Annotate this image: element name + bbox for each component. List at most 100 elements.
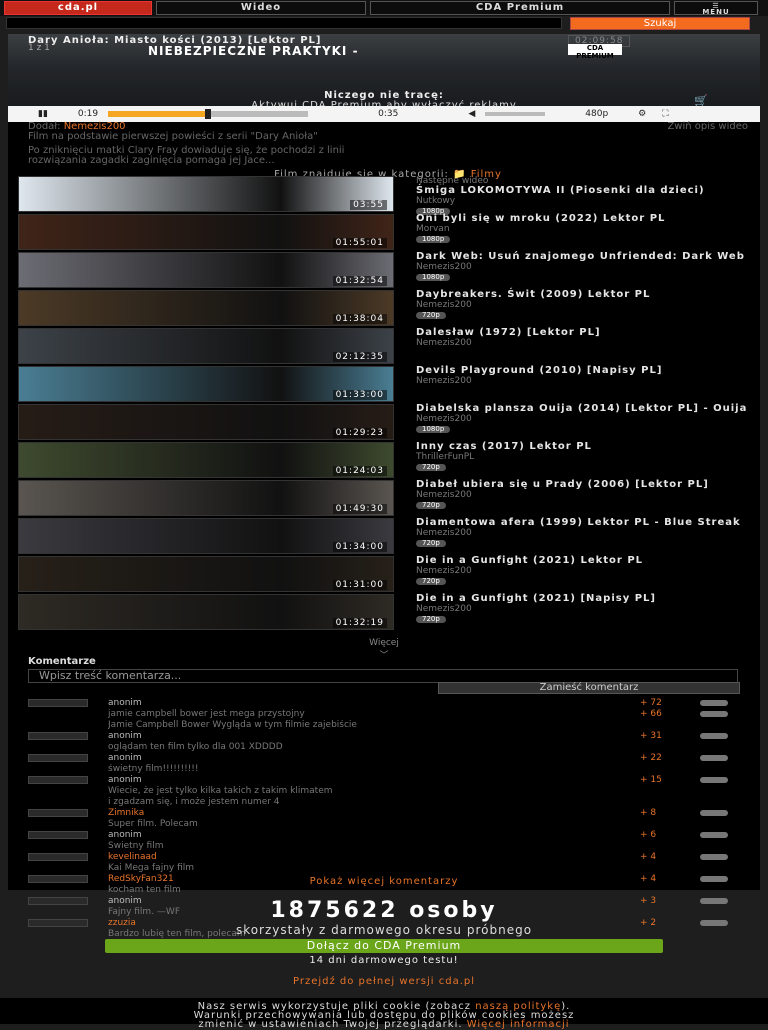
vote-button[interactable] bbox=[700, 755, 728, 761]
video-thumbnail[interactable]: 01:34:00 bbox=[18, 518, 394, 554]
search-input[interactable] bbox=[6, 17, 562, 29]
seek-bar[interactable] bbox=[108, 109, 309, 119]
show-more-comments[interactable]: Pokaż więcej komentarzy bbox=[8, 876, 760, 887]
video-author[interactable]: Nemezis200 bbox=[416, 604, 752, 614]
search-button[interactable]: Szukaj bbox=[570, 17, 750, 30]
video-thumbnail[interactable]: 01:24:03 bbox=[18, 442, 394, 478]
video-author[interactable]: Nemezis200 bbox=[416, 300, 752, 310]
tab-wideo[interactable]: Wideo bbox=[156, 1, 366, 15]
video-thumbnail[interactable]: 01:29:23 bbox=[18, 404, 394, 440]
video-item[interactable]: 01:29:23 Diabelska plansza Ouija (2014) [… bbox=[18, 404, 754, 442]
volume-slider[interactable] bbox=[485, 112, 546, 116]
video-item-title[interactable]: Devils Playground (2010) [Napisy PL] bbox=[416, 366, 752, 376]
comment-text: Kai Mega fajny film bbox=[108, 863, 195, 873]
tab-premium[interactable]: CDA Premium bbox=[370, 1, 670, 15]
related-videos: 03:55 Następne wideo Śmiga LOKOMOTYWA II (… bbox=[18, 176, 754, 632]
vote-button[interactable] bbox=[700, 854, 728, 860]
video-author[interactable]: Nemezis200 bbox=[416, 376, 752, 386]
comment-votes: + 31 bbox=[640, 731, 662, 741]
more-info-link[interactable]: Więcej informacji bbox=[467, 1019, 570, 1030]
vote-button[interactable] bbox=[700, 777, 728, 783]
video-item-title[interactable]: Die in a Gunfight (2021) Lektor PL bbox=[416, 556, 752, 566]
video-item[interactable]: 01:55:01 Oni byli się w mroku (2022) Lekt… bbox=[18, 214, 754, 252]
video-item-title[interactable]: Die in a Gunfight (2021) [Napisy PL] bbox=[416, 594, 752, 604]
video-meta: Inny czas (2017) Lektor PL ThrillerFunPL 7… bbox=[416, 442, 752, 472]
quality-select[interactable]: 480p bbox=[585, 109, 608, 119]
video-author[interactable]: Nemezis200 bbox=[416, 566, 752, 576]
comment-row: kevelinaad + 4 bbox=[28, 852, 740, 863]
vote-button[interactable] bbox=[700, 810, 728, 816]
video-length: 01:55:01 bbox=[332, 238, 387, 248]
comment-author[interactable]: anonim bbox=[108, 775, 142, 785]
vote-button[interactable] bbox=[700, 832, 728, 838]
video-item-title[interactable]: Oni byli się w mroku (2022) Lektor PL bbox=[416, 214, 752, 224]
ad-time: 0:35 bbox=[378, 109, 399, 119]
promo-subtitle: skorzystały z darmowego okresu próbnego bbox=[235, 923, 533, 937]
vote-button[interactable] bbox=[700, 711, 728, 717]
video-item[interactable]: 01:24:03 Inny czas (2017) Lektor PL Thrill… bbox=[18, 442, 754, 480]
comment-author[interactable]: anonim bbox=[108, 830, 142, 840]
video-item-title[interactable]: Diamentowa afera (1999) Lektor PL - Blue… bbox=[416, 518, 752, 528]
site-logo[interactable]: cda.pl bbox=[4, 1, 152, 15]
video-author[interactable]: Nutkowy bbox=[416, 196, 752, 206]
seek-handle[interactable] bbox=[205, 109, 212, 119]
video-item[interactable]: 01:31:00 Die in a Gunfight (2021) Lektor … bbox=[18, 556, 754, 594]
comment-author[interactable]: kevelinaad bbox=[108, 852, 157, 862]
video-author[interactable]: Nemezis200 bbox=[416, 262, 752, 272]
video-item[interactable]: 02:12:35 Dalesław (1972) [Lektor PL] Nemez… bbox=[18, 328, 754, 366]
video-thumbnail[interactable]: 02:12:35 bbox=[18, 328, 394, 364]
video-item[interactable]: 01:38:04 Daybreakers. Świt (2009) Lektor … bbox=[18, 290, 754, 328]
video-item-title[interactable]: Dark Web: Usuń znajomego Unfriended: Dar… bbox=[416, 252, 752, 262]
comment-row: i zgadzam się, i może jestem numer 4 bbox=[28, 797, 740, 808]
video-author[interactable]: Nemezis200 bbox=[416, 490, 752, 500]
video-item[interactable]: 01:32:54 Dark Web: Usuń znajomego Unfrien… bbox=[18, 252, 754, 290]
vote-button[interactable] bbox=[700, 700, 728, 706]
video-item[interactable]: 03:55 Następne wideo Śmiga LOKOMOTYWA II (… bbox=[18, 176, 754, 215]
video-item-title[interactable]: Śmiga LOKOMOTYWA II (Piosenki dla dzieci… bbox=[416, 186, 752, 196]
vote-button[interactable] bbox=[700, 733, 728, 739]
comment-row: Kai Mega fajny film bbox=[28, 863, 740, 874]
video-thumbnail[interactable]: 01:31:00 bbox=[18, 556, 394, 592]
video-item-title[interactable]: Inny czas (2017) Lektor PL bbox=[416, 442, 752, 452]
comment-row: Zimnika + 8 bbox=[28, 808, 740, 819]
video-thumbnail[interactable]: 01:32:54 bbox=[18, 252, 394, 288]
video-item-title[interactable]: Diabelska plansza Ouija (2014) [Lektor P… bbox=[416, 404, 752, 414]
comment-input[interactable]: Wpisz treść komentarza... bbox=[28, 669, 738, 683]
video-author[interactable]: Morvan bbox=[416, 224, 752, 234]
comment-author[interactable]: anonim bbox=[108, 753, 142, 763]
comment-text: oglądam ten film tylko dla 001 XDDDD bbox=[108, 742, 283, 752]
video-item[interactable]: 01:34:00 Diamentowa afera (1999) Lektor P… bbox=[18, 518, 754, 556]
video-thumbnail[interactable]: 01:38:04 bbox=[18, 290, 394, 326]
video-item-title[interactable]: Daybreakers. Świt (2009) Lektor PL bbox=[416, 290, 752, 300]
video-item-title[interactable]: Diabeł ubiera się u Prady (2006) [Lektor… bbox=[416, 480, 752, 490]
user-count: 1875622 osoby bbox=[270, 898, 498, 923]
comment-author[interactable]: anonim bbox=[108, 698, 142, 708]
video-thumbnail[interactable]: 01:55:01 bbox=[18, 214, 394, 250]
cart-icon[interactable]: 🛒 bbox=[694, 94, 712, 107]
video-item[interactable]: 01:49:30 Diabeł ubiera się u Prady (2006)… bbox=[18, 480, 754, 518]
menu-button[interactable]: ☰ MENU bbox=[674, 1, 758, 16]
video-author[interactable]: Nemezis200 bbox=[416, 338, 752, 348]
video-length: 01:33:00 bbox=[332, 390, 387, 400]
full-version-link[interactable]: Przejdź do pełnej wersji cda.pl bbox=[0, 976, 768, 987]
volume-icon[interactable]: ◀ bbox=[468, 109, 475, 119]
video-author[interactable]: ThrillerFunPL bbox=[416, 452, 752, 462]
comment-row: anonim + 22 bbox=[28, 753, 740, 764]
pause-icon[interactable]: ▮▮ bbox=[38, 109, 48, 119]
video-item[interactable]: 01:32:19 Die in a Gunfight (2021) [Napisy… bbox=[18, 594, 754, 632]
join-premium-button[interactable]: Dołącz do CDA Premium bbox=[105, 939, 663, 953]
video-thumbnail[interactable]: 01:32:19 bbox=[18, 594, 394, 630]
video-thumbnail[interactable]: 01:33:00 bbox=[18, 366, 394, 402]
video-thumbnail[interactable]: 01:49:30 bbox=[18, 480, 394, 516]
video-item-title[interactable]: Dalesław (1972) [Lektor PL] bbox=[416, 328, 752, 338]
collapse-description[interactable]: Zwiń opis wideo bbox=[667, 122, 748, 132]
submit-comment-button[interactable]: Zamieść komentarz bbox=[438, 682, 740, 694]
comment-author[interactable]: anonim bbox=[108, 731, 142, 741]
video-item[interactable]: 01:33:00 Devils Playground (2010) [Napisy… bbox=[18, 366, 754, 404]
comment-author[interactable]: Zimnika bbox=[108, 808, 144, 818]
fullscreen-icon[interactable]: ⛶ bbox=[662, 109, 668, 119]
video-author[interactable]: Nemezis200 bbox=[416, 414, 752, 424]
video-author[interactable]: Nemezis200 bbox=[416, 528, 752, 538]
video-thumbnail[interactable]: 03:55 bbox=[18, 176, 394, 212]
settings-icon[interactable]: ⚙ bbox=[638, 109, 646, 119]
